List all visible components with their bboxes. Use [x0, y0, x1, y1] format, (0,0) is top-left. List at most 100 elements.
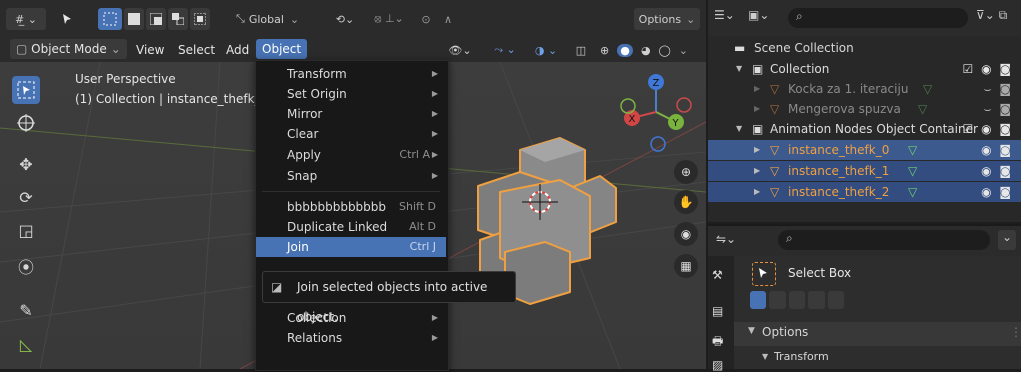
disclosure-collapsed-icon[interactable]: ▶ [754, 79, 760, 99]
outliner-row-instance-2[interactable]: ▶ ▽ instance_thefk_2 ▽ ◉ ◙ [708, 182, 1021, 202]
select-extend-button[interactable] [124, 8, 144, 30]
submenu-arrow-icon: ▶ [431, 129, 438, 138]
outliner-row-mengerova[interactable]: ▶ ▽ Mengerova spuzva ▽ ⌣ ◙ [708, 99, 1021, 119]
viewport-visibility-dropdown[interactable]: 👁⌄ [446, 39, 474, 61]
disclosure-collapsed-icon[interactable]: ▶ [754, 161, 760, 181]
visibility-toggle-icons[interactable]: ⌣ ◙ [984, 79, 1013, 99]
properties-header: ⇋⌄ ⌕ ⌄ [708, 224, 1021, 258]
object-menu-item-bbbbbbbbbbbbb[interactable]: bbbbbbbbbbbbb Shift D [256, 197, 446, 217]
scale-tool[interactable]: ◲ [12, 216, 40, 244]
menu-item-label: Mirror [287, 107, 323, 121]
properties-editor-type[interactable]: ⇋⌄ [716, 232, 736, 246]
scene-collection-row[interactable]: ▬ Scene Collection [708, 38, 1021, 58]
select-new-icon[interactable] [750, 291, 767, 309]
menu-view[interactable]: View [132, 40, 168, 60]
camera-icon[interactable]: ◉ [674, 222, 698, 246]
outliner-row-animation-container[interactable]: ▼ ▣ Animation Nodes Object Container ☑ ◉ ◙ [708, 119, 1021, 139]
falloff-dropdown[interactable]: ∧ [436, 8, 460, 30]
pivot-point-dropdown[interactable]: ⟲⌄ [332, 8, 358, 30]
outliner-row-collection[interactable]: ▼ ▣ Collection ☑ ◉ ◙ [708, 59, 1021, 79]
object-menu-item-mirror[interactable]: Mirror ▶ [256, 104, 446, 124]
move-tool[interactable]: ✥ [12, 150, 40, 178]
submenu-arrow-icon: ▶ [431, 69, 438, 78]
tool-settings-tab-icon[interactable]: ⚒ [712, 268, 723, 282]
object-menu-item-join[interactable]: Join Ctrl J [256, 237, 446, 257]
cursor-tool[interactable] [12, 109, 40, 137]
visibility-toggle-icons[interactable]: ☑ ◉ ◙ [963, 119, 1014, 139]
object-menu-item-set-origin[interactable]: Set Origin ▶ [256, 84, 446, 104]
filter-dropdown[interactable]: ⊽⌄ ⧉ [976, 8, 1016, 28]
transform-orientation-dropdown[interactable]: ⤡ Global ⌄ [232, 8, 328, 30]
options-dropdown[interactable]: Options ⌄ [634, 8, 700, 30]
zoom-icon[interactable]: ⊕ [674, 160, 698, 184]
material-shading-icon[interactable]: ◕ [641, 44, 651, 57]
annotate-pencil-icon: ✎ [19, 300, 33, 320]
disclosure-collapsed-icon[interactable]: ▶ [754, 99, 760, 119]
transform-icon: ⦿ [17, 258, 34, 277]
gizmo-dropdown[interactable]: ⤳ ⌄ [482, 39, 528, 61]
object-menu-item-duplicate-linked[interactable]: Duplicate Linked Alt D [256, 217, 446, 237]
cursor-mode-button[interactable] [56, 8, 78, 30]
outliner-search-input[interactable]: ⌕ [788, 8, 968, 28]
select-subtract-button[interactable] [146, 8, 166, 30]
select-extend-icon[interactable] [769, 291, 786, 309]
outliner-row-instance-1[interactable]: ▶ ▽ instance_thefk_1 ▽ ◉ ◙ [708, 161, 1021, 181]
display-mode-dropdown[interactable]: ▣⌄ [748, 8, 778, 28]
transform-subpanel-header[interactable]: ▼ Transform [734, 348, 1021, 369]
proportional-edit-button[interactable]: ⊙ [418, 8, 434, 30]
select-invert-icon[interactable] [808, 291, 825, 309]
output-tab-icon[interactable]: 🖶 [712, 332, 723, 353]
options-panel-header[interactable]: ▼ Options ⋮ [734, 322, 1021, 346]
select-box-tool[interactable] [12, 76, 40, 104]
object-menu-item-apply[interactable]: Apply Ctrl A ▶ [256, 145, 446, 165]
properties-search-input[interactable]: ⌕ [778, 230, 990, 250]
drag-handle-icon[interactable]: ⋮ [1010, 325, 1021, 339]
menu-select[interactable]: Select [174, 40, 219, 60]
transform-tool[interactable]: ⦿ [12, 252, 40, 280]
overlays-dropdown[interactable]: ◑ ⌄ [528, 39, 564, 61]
pan-hand-icon[interactable]: ✋ [674, 190, 698, 214]
disclosure-collapsed-icon[interactable]: ▶ [754, 182, 760, 202]
visibility-toggle-icons[interactable]: ☑ ◉ ◙ [963, 59, 1014, 79]
ortho-grid-icon[interactable]: ▦ [674, 254, 698, 278]
solid-shading-icon[interactable]: ● [617, 43, 634, 57]
outliner-row-label: Mengerova spuzva [788, 102, 901, 116]
visibility-toggle-icons[interactable]: ⌣ ◙ [984, 99, 1013, 119]
menu-add[interactable]: Add [222, 40, 253, 60]
select-intersect-icon[interactable] [827, 291, 845, 309]
select-invert-button[interactable] [168, 8, 188, 30]
rendered-shading-icon[interactable]: ◯ [659, 44, 671, 57]
object-menu-item-transform[interactable]: Transform ▶ [256, 64, 446, 84]
outliner-row-label: Collection [770, 62, 830, 76]
visibility-toggle-icons[interactable]: ◉ ◙ [981, 182, 1013, 202]
xray-button[interactable]: ◫ [572, 39, 590, 61]
measure-tool[interactable]: ◺ [12, 330, 40, 358]
shading-buttons[interactable]: ⊕ ● ◕ ◯ ⌄ [596, 39, 692, 61]
rotate-tool[interactable]: ⟳ [12, 183, 40, 211]
visibility-toggle-icons[interactable]: ◉ ◙ [981, 140, 1013, 160]
navigation-gizmo[interactable]: Z Y X [618, 72, 698, 152]
wireframe-shading-icon[interactable]: ⊕ [600, 44, 609, 57]
object-menu-item-clear[interactable]: Clear ▶ [256, 124, 446, 144]
outliner-row-instance-0[interactable]: ▶ ▽ instance_thefk_0 ▽ ◉ ◙ [708, 140, 1021, 160]
object-menu-item-snap[interactable]: Snap ▶ [256, 166, 446, 186]
select-new-button[interactable] [98, 8, 122, 30]
select-subtract-icon[interactable] [788, 291, 806, 309]
editor-type-button[interactable]: #̲ ⌄ [6, 8, 46, 30]
select-mode-buttons[interactable] [750, 291, 845, 311]
disclosure-collapsed-icon[interactable]: ▶ [754, 140, 760, 160]
menu-object[interactable]: Object [256, 39, 308, 59]
annotate-tool[interactable]: ✎ [12, 296, 40, 324]
outliner-editor-type[interactable]: ☰⌄ [714, 8, 744, 28]
properties-options-dropdown[interactable]: ⌄ [998, 230, 1016, 250]
select-intersect-button[interactable] [190, 8, 210, 30]
disclosure-expanded-icon[interactable]: ▼ [736, 59, 742, 79]
outliner-row-kocka[interactable]: ▶ ▽ Kocka za 1. iteraciju ▽ ⌣ ◙ [708, 79, 1021, 99]
view-layer-tab-icon[interactable]: ▨ [712, 358, 723, 372]
mesh-data-icon: ▽ [908, 143, 918, 157]
render-tab-icon[interactable]: ▤ [712, 304, 723, 318]
snapping-dropdown[interactable]: ⦻ ⊥⌄ [366, 8, 412, 30]
disclosure-expanded-icon[interactable]: ▼ [736, 119, 742, 139]
visibility-toggle-icons[interactable]: ◉ ◙ [981, 161, 1013, 181]
mode-dropdown[interactable]: ▢ Object Mode ⌄ [10, 39, 127, 59]
